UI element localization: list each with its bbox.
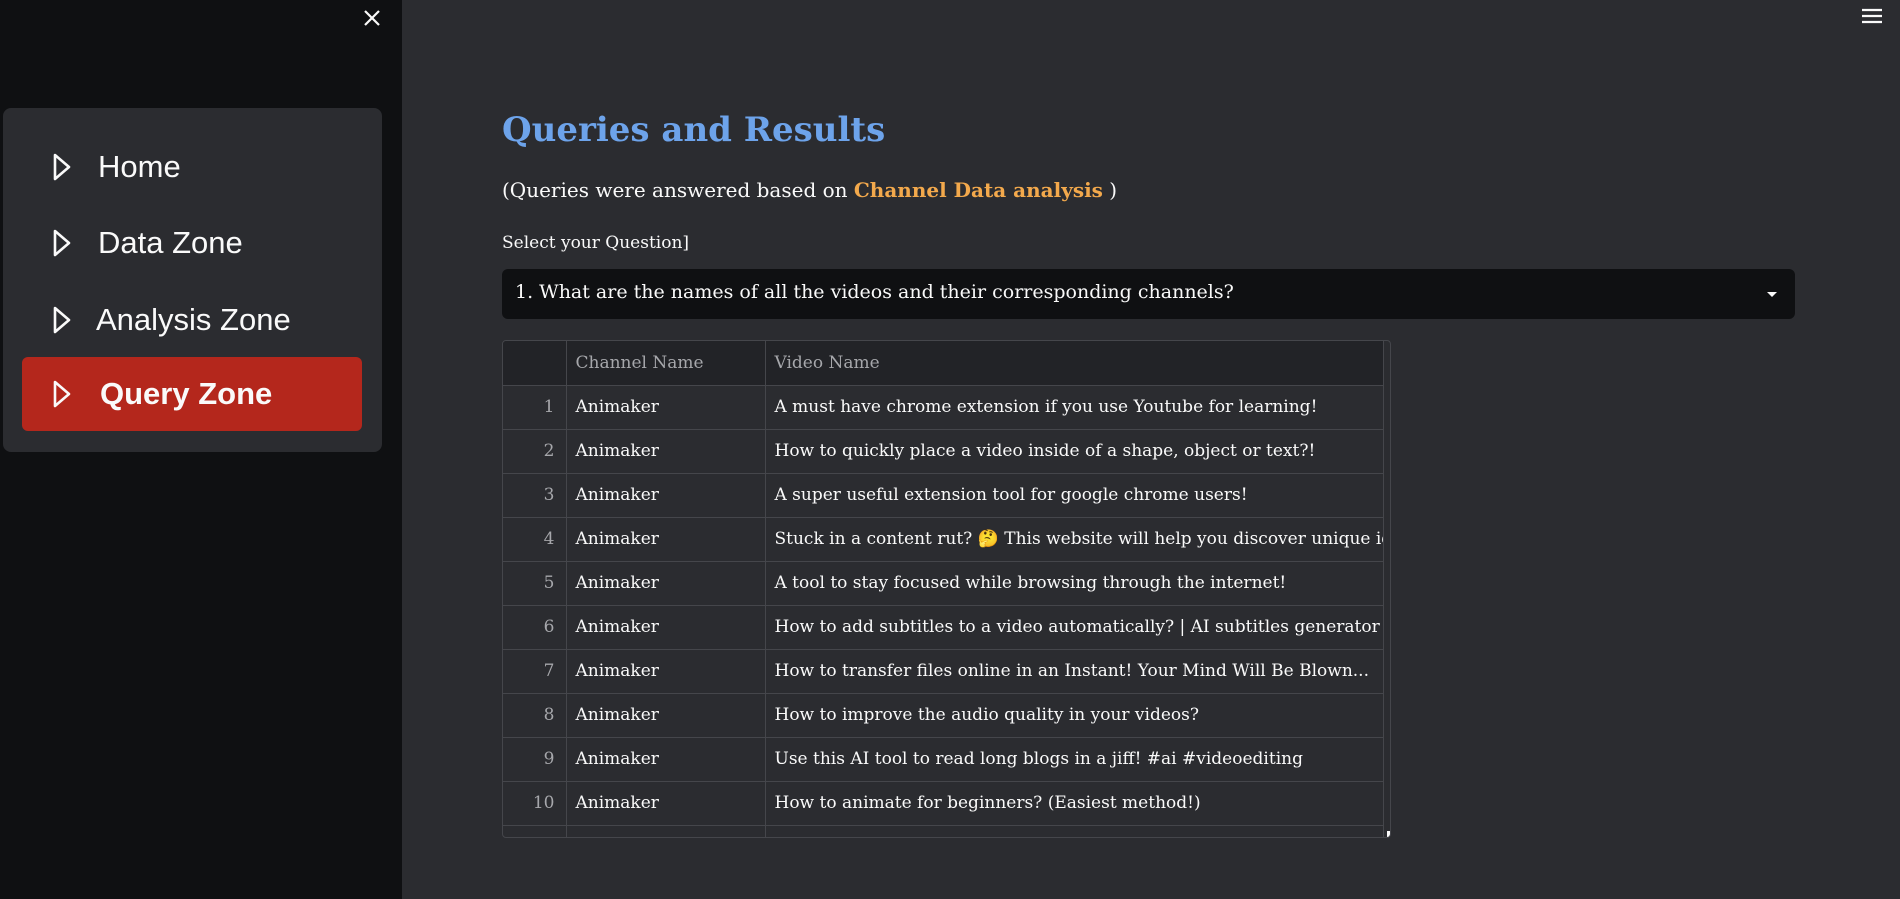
page-title: Queries and Results [502,110,886,150]
chevron-down-icon [1767,292,1777,297]
row-index: 3 [503,473,567,518]
row-index: 8 [503,693,567,738]
play-triangle-icon [53,229,71,257]
table-row[interactable]: 3 Animaker A super useful extension tool… [503,473,1384,518]
play-triangle-icon [53,153,71,181]
nav-item-label: Home [98,149,181,184]
column-header-index[interactable] [503,341,567,386]
cell-channel-name[interactable]: Animaker [566,737,766,782]
nav-item-data-zone[interactable]: Data Zone [22,206,362,280]
cell-channel-name[interactable] [566,825,766,837]
cell-channel-name[interactable]: Animaker [566,649,766,694]
cell-video-name[interactable]: Stuck in a content rut? 🤔 This website w… [765,517,1384,562]
table-header-row: Channel Name Video Name [503,341,1384,386]
cell-video-name[interactable]: How to animate for beginners? (Easiest m… [765,781,1384,826]
nav-item-label: Query Zone [100,376,273,411]
nav-item-label: Data Zone [98,225,243,260]
cell-channel-name[interactable]: Animaker [566,517,766,562]
cell-video-name[interactable] [765,825,1384,837]
subtitle-suffix: ) [1102,178,1118,202]
close-sidebar-button[interactable] [358,4,386,32]
sidebar: Home Data Zone Analysis Zone Query Zone [0,0,402,899]
cell-video-name[interactable]: A must have chrome extension if you use … [765,385,1384,430]
table-row[interactable]: 1 Animaker A must have chrome extension … [503,385,1384,430]
table-row[interactable]: 7 Animaker How to transfer files online … [503,649,1384,694]
cell-video-name[interactable]: How to quickly place a video inside of a… [765,429,1384,474]
cell-channel-name[interactable]: Animaker [566,781,766,826]
row-index: 10 [503,781,567,826]
cell-video-name[interactable]: A tool to stay focused while browsing th… [765,561,1384,606]
row-index: 7 [503,649,567,694]
cell-video-name[interactable]: How to transfer files online in an Insta… [765,649,1384,694]
results-table[interactable]: Channel Name Video Name 1 Animaker A mus… [502,340,1391,838]
cell-channel-name[interactable]: Animaker [566,605,766,650]
row-index: 9 [503,737,567,782]
question-select[interactable]: 1. What are the names of all the videos … [502,269,1795,319]
nav-item-analysis-zone[interactable]: Analysis Zone [22,283,362,357]
subtitle-highlight: Channel Data analysis [853,178,1103,202]
cell-video-name[interactable]: A super useful extension tool for google… [765,473,1384,518]
play-triangle-icon [53,380,71,408]
table-row[interactable]: 8 Animaker How to improve the audio qual… [503,693,1384,738]
hamburger-icon [1862,8,1882,24]
cell-video-name[interactable]: How to add subtitles to a video automati… [765,605,1384,650]
close-icon [364,10,380,26]
row-index: 4 [503,517,567,562]
table-row[interactable]: 10 Animaker How to animate for beginners… [503,781,1384,826]
table-row[interactable]: 4 Animaker Stuck in a content rut? 🤔 Thi… [503,517,1384,562]
table-row[interactable]: 5 Animaker A tool to stay focused while … [503,561,1384,606]
subtitle-prefix: (Queries were answered based on [502,178,854,202]
cell-channel-name[interactable]: Animaker [566,693,766,738]
nav-item-home[interactable]: Home [22,130,362,204]
column-header-channel-name[interactable]: Channel Name [566,341,766,386]
cell-video-name[interactable]: How to improve the audio quality in your… [765,693,1384,738]
nav-menu: Home Data Zone Analysis Zone Query Zone [3,108,382,452]
table-row[interactable]: 2 Animaker How to quickly place a video … [503,429,1384,474]
table-row[interactable]: 9 Animaker Use this AI tool to read long… [503,737,1384,782]
cell-video-name[interactable]: Use this AI tool to read long blogs in a… [765,737,1384,782]
main-menu-button[interactable] [1858,4,1886,28]
cell-channel-name[interactable]: Animaker [566,429,766,474]
cell-channel-name[interactable]: Animaker [566,561,766,606]
table-row[interactable]: 6 Animaker How to add subtitles to a vid… [503,605,1384,650]
nav-item-query-zone[interactable]: Query Zone [22,357,362,431]
row-index: 6 [503,605,567,650]
play-triangle-icon [53,306,71,334]
row-index: 1 [503,385,567,430]
question-select-value: 1. What are the names of all the videos … [515,281,1234,303]
question-select-label: Select your Question] [502,233,690,253]
page-subtitle: (Queries were answered based on Channel … [502,178,1117,202]
row-index: 5 [503,561,567,606]
table-row[interactable] [503,825,1384,837]
column-header-video-name[interactable]: Video Name [765,341,1384,386]
cell-channel-name[interactable]: Animaker [566,385,766,430]
nav-item-label: Analysis Zone [96,302,291,337]
table-resize-handle[interactable] [1387,831,1390,837]
row-index: 2 [503,429,567,474]
row-index [503,825,567,837]
cell-channel-name[interactable]: Animaker [566,473,766,518]
